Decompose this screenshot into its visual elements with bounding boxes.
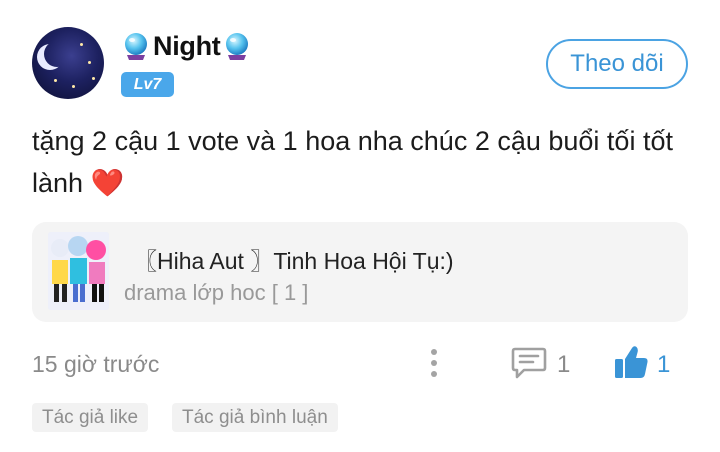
referenced-post-card[interactable]: 〖Hiha Aut 〗Tinh Hoa Hội Tụ:) drama lớp h… bbox=[32, 222, 688, 322]
heart-emoji: ❤️ bbox=[90, 168, 125, 198]
star-decoration bbox=[72, 85, 75, 88]
author-name: Night bbox=[153, 30, 221, 61]
author-avatar[interactable] bbox=[32, 27, 104, 99]
like-count: 1 bbox=[657, 351, 671, 378]
level-badge: Lv7 bbox=[121, 72, 174, 97]
star-decoration bbox=[92, 77, 95, 80]
post-body: tặng 2 cậu 1 vote và 1 hoa nha chúc 2 cậ… bbox=[32, 126, 673, 198]
thumbs-up-icon[interactable] bbox=[613, 344, 649, 380]
post-text: tặng 2 cậu 1 vote và 1 hoa nha chúc 2 cậ… bbox=[32, 120, 692, 204]
dot bbox=[431, 360, 437, 366]
post-timestamp: 15 giờ trước bbox=[32, 351, 160, 377]
comment-count: 1 bbox=[557, 351, 571, 378]
dot bbox=[431, 349, 437, 355]
author-liked-tag: Tác giả like bbox=[32, 403, 149, 432]
author-commented-tag: Tác giả bình luận bbox=[172, 403, 338, 432]
author-name-row[interactable]: Night bbox=[122, 29, 251, 63]
referenced-post-thumbnail bbox=[48, 232, 109, 310]
star-decoration bbox=[88, 61, 91, 64]
dot bbox=[431, 371, 437, 377]
anime-characters-image bbox=[48, 232, 109, 310]
referenced-post-subtitle: drama lớp hoc [ 1 ] bbox=[124, 280, 309, 305]
star-decoration bbox=[80, 43, 83, 46]
more-options-icon[interactable] bbox=[424, 346, 444, 380]
comment-icon[interactable] bbox=[511, 346, 547, 380]
referenced-post-title: 〖Hiha Aut 〗Tinh Hoa Hội Tụ:) bbox=[134, 248, 454, 274]
star-decoration bbox=[54, 79, 57, 82]
follow-button[interactable]: Theo dõi bbox=[546, 39, 688, 89]
crystal-ball-icon bbox=[125, 33, 147, 60]
moon-icon bbox=[44, 41, 70, 67]
crystal-ball-icon bbox=[226, 33, 249, 60]
